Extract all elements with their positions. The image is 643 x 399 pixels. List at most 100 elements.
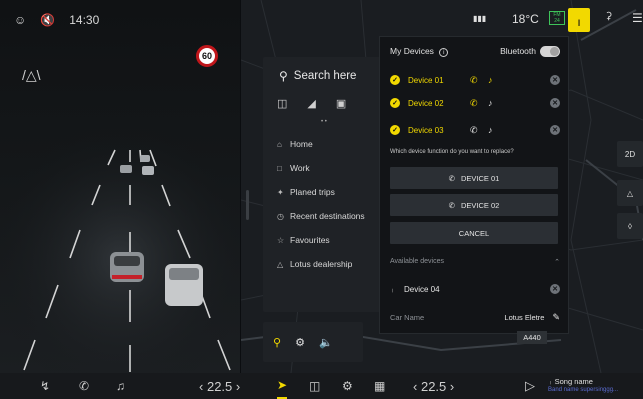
search-placeholder: Search here <box>293 70 357 82</box>
decrease-temp-right-icon[interactable]: ‹ <box>413 379 417 394</box>
settings-sliders-icon[interactable]: ☰ <box>632 11 643 25</box>
decrease-temp-left-icon[interactable]: ‹ <box>199 379 203 394</box>
cancel-button[interactable]: CANCEL <box>390 222 558 244</box>
charge-icon[interactable]: ↯ <box>40 373 50 399</box>
left-temperature: 22.5 <box>206 378 233 394</box>
check-icon: ✓ <box>390 125 400 135</box>
my-devices-title: My Devices <box>390 46 434 57</box>
planed-trips-icon: ✦ <box>277 187 284 197</box>
page-dots: • • <box>321 119 327 125</box>
check-icon: ✓ <box>390 98 400 108</box>
quick-category-icons: ◫ ◢ ▣ <box>277 97 346 110</box>
map-tools-bar: ⚲ ⚙ 🔈 <box>263 322 363 362</box>
replace-device-02-button[interactable]: ✆ DEVICE 02 <box>390 194 558 216</box>
nav-item-planed-trips[interactable]: ✦ Planed trips <box>277 180 381 204</box>
edit-pencil-icon[interactable]: ✎ <box>552 312 560 323</box>
camera-icon[interactable]: ▣ <box>336 97 346 110</box>
available-devices-label: Available devices <box>390 258 444 265</box>
bt-audio-icon: ᛧ <box>548 377 553 386</box>
remove-device-icon[interactable]: ✕ <box>550 98 560 108</box>
nav-item-label: Favourites <box>290 235 330 245</box>
remove-device-icon[interactable]: ✕ <box>550 75 560 85</box>
play-icon[interactable]: ▷ <box>525 373 535 399</box>
remove-device-icon[interactable]: ✕ <box>550 284 560 294</box>
info-icon[interactable]: i <box>439 48 449 58</box>
device-name: Device 02 <box>408 98 444 108</box>
phone-icon[interactable]: ✆ <box>470 125 488 136</box>
button-label: DEVICE 01 <box>460 173 500 183</box>
car-name-value: Lotus Eletre <box>504 313 545 322</box>
bluetooth-label: Bluetooth <box>500 46 536 56</box>
remove-device-icon[interactable]: ✕ <box>550 125 560 135</box>
car-name-label: Car Name <box>390 313 425 322</box>
phone-icon[interactable]: ✆ <box>79 373 89 399</box>
search-panel: ⚲ Search here ◫ ◢ ▣ • • ⌂ Home □ Work ✦ Pla… <box>263 57 381 312</box>
phone-icon[interactable]: ✆ <box>470 98 488 109</box>
nav-item-label: Lotus dealership <box>290 259 353 269</box>
device-panel-header: My Devices i Bluetooth <box>390 46 560 58</box>
device-row[interactable]: ✓ Device 01 ✆ ♪ ✕ <box>390 70 560 90</box>
music-note-icon[interactable]: ♪ <box>488 98 506 108</box>
replace-device-01-button[interactable]: ✆ DEVICE 01 <box>390 167 558 189</box>
user-icon[interactable]: ☺ <box>14 13 26 27</box>
music-note-icon[interactable]: ♪ <box>488 125 506 135</box>
apps-grid-icon[interactable]: ▦ <box>374 373 385 399</box>
parking-icon[interactable]: ◢ <box>307 97 315 110</box>
increase-temp-right-icon[interactable]: › <box>450 379 454 394</box>
star-icon: ☆ <box>277 235 285 245</box>
available-devices-header[interactable]: Available devices ⌃ <box>390 258 560 266</box>
bottom-bar: ↯ ✆ ♫ ‹ 22.5 › ➤ ◫ ⚙ ▦ ‹ 22.5 › ▷ ᛧ Song… <box>0 373 643 399</box>
chevron-up-icon[interactable]: ⌃ <box>554 258 560 266</box>
left-climate-control[interactable]: ‹ 22.5 › <box>199 373 240 399</box>
right-climate-control[interactable]: ‹ 22.5 › <box>413 373 454 399</box>
nav-item-recent[interactable]: ◷ Recent destinations <box>277 204 381 228</box>
speed-limit-sign: 60 <box>196 45 218 67</box>
view-mode-button[interactable]: 2D <box>617 141 643 167</box>
device-name: Device 03 <box>408 125 444 135</box>
bluetooth-icon[interactable]: ᛧ <box>568 8 590 32</box>
clock: 14:30 <box>69 13 100 27</box>
nav-list: ⌂ Home □ Work ✦ Planed trips ◷ Recent destin… <box>277 132 381 276</box>
nav-item-dealership[interactable]: △ Lotus dealership <box>277 252 381 276</box>
panel-resize-handle[interactable] <box>246 190 249 220</box>
bluetooth-small-icon: ᛧ <box>390 284 395 294</box>
music-note-icon[interactable]: ♪ <box>488 75 506 85</box>
notification-icon[interactable]: ⚳ <box>605 11 612 22</box>
charging-icon[interactable]: ◫ <box>277 97 287 110</box>
search-tool-icon[interactable]: ⚲ <box>273 336 281 349</box>
navigation-icon[interactable]: ➤ <box>277 373 288 399</box>
mute-icon[interactable]: 🔇 <box>40 13 55 27</box>
nav-item-label: Work <box>290 163 310 173</box>
settings-icon[interactable]: ⚙ <box>295 336 305 349</box>
fm-badge: FM 24 <box>549 11 565 25</box>
mute-voice-icon[interactable]: 🔈 <box>319 336 333 349</box>
nav-item-work[interactable]: □ Work <box>277 156 381 180</box>
layers-icon[interactable]: ◊ <box>617 213 643 239</box>
increase-temp-left-icon[interactable]: › <box>236 379 240 394</box>
nav-item-label: Planed trips <box>290 187 335 197</box>
lane-assist-icon[interactable]: /△\ <box>22 67 41 84</box>
car-icon[interactable]: ◫ <box>309 373 320 399</box>
phone-icon[interactable]: ✆ <box>470 75 488 86</box>
recenter-icon[interactable]: △ <box>617 180 643 206</box>
bluetooth-toggle[interactable] <box>540 46 560 58</box>
device-row[interactable]: ✓ Device 02 ✆ ♪ ✕ <box>390 93 560 113</box>
work-icon: □ <box>277 163 282 173</box>
left-status-bar: ☺ 🔇 14:30 <box>0 0 240 40</box>
check-icon: ✓ <box>390 75 400 85</box>
device-row[interactable]: ✓ Device 03 ✆ ♪ ✕ <box>390 120 560 140</box>
search-icon: ⚲ <box>279 69 288 83</box>
nav-item-label: Recent destinations <box>290 211 365 221</box>
phone-icon: ✆ <box>448 200 455 210</box>
driving-view: ☺ 🔇 14:30 /△\ 60 <box>0 0 240 373</box>
device-name: Device 04 <box>404 284 440 294</box>
now-playing[interactable]: ᛧ Song name Band name supersinggg... <box>548 373 618 399</box>
search-input[interactable]: ⚲ Search here <box>271 65 373 87</box>
music-icon[interactable]: ♫ <box>116 373 125 399</box>
available-device-row[interactable]: ᛧ Device 04 ✕ <box>390 279 560 299</box>
home-icon: ⌂ <box>277 139 282 149</box>
signal-icon: ▮▮▮ <box>473 14 487 23</box>
nav-item-home[interactable]: ⌂ Home <box>277 132 381 156</box>
settings-gear-icon[interactable]: ⚙ <box>342 373 353 399</box>
nav-item-favourites[interactable]: ☆ Favourites <box>277 228 381 252</box>
